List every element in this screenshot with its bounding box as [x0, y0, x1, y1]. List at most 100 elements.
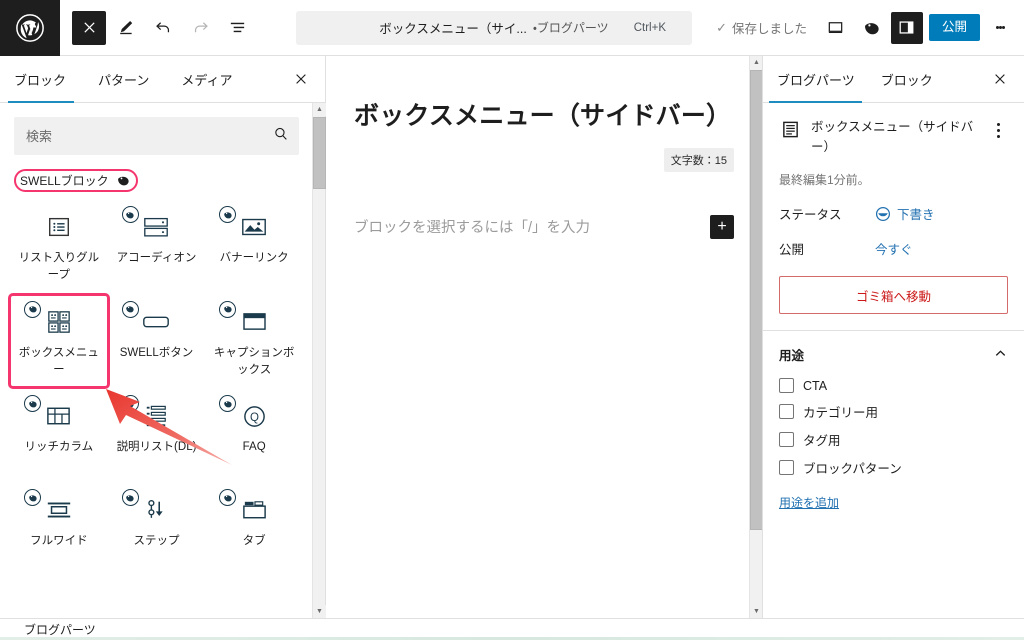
rich-column-icon	[45, 401, 72, 431]
block-item-label: FAQ	[242, 441, 266, 453]
editor-scrollbar[interactable]: ▲ ▼	[749, 56, 762, 618]
block-item-accordion[interactable]: アコーディオン	[108, 200, 206, 293]
usage-panel: 用途 CTA カテゴリー用 タグ用 ブロックパターン 用途を追加	[763, 331, 1024, 528]
tab-patterns[interactable]: パターン	[82, 56, 165, 102]
document-row[interactable]: ボックスメニュー（サイドバー）	[779, 117, 1008, 157]
block-item-swell-button[interactable]: SWELLボタン	[108, 295, 206, 388]
scroll-down-arrow-icon[interactable]: ▼	[750, 605, 762, 618]
category-swell-blocks[interactable]: SWELLブロック	[14, 169, 138, 192]
banner-link-icon	[240, 212, 268, 242]
checkbox-label: カテゴリー用	[803, 406, 879, 420]
close-sidebar-button[interactable]	[986, 65, 1014, 93]
block-item-box-menu[interactable]: ボックスメニュー	[8, 292, 110, 389]
search-input[interactable]	[26, 128, 273, 144]
checkbox-row-tag[interactable]: タグ用	[779, 430, 1008, 449]
settings-sidebar-toggle[interactable]	[890, 11, 923, 44]
accordion-icon	[142, 212, 170, 242]
block-item-caption-box[interactable]: キャプションボックス	[205, 295, 303, 388]
block-item-description-list[interactable]: 説明リスト(DL)	[108, 389, 206, 481]
inserter-body: SWELLブロック リスト入りグループ	[0, 103, 313, 618]
block-item-rich-column[interactable]: リッチカラム	[10, 389, 108, 481]
block-item-banner-link[interactable]: バナーリンク	[205, 200, 303, 293]
command-search-bar[interactable]: ボックスメニュー（サイ... ・ブログパーツ Ctrl+K	[296, 10, 692, 45]
usage-panel-title: 用途	[779, 349, 805, 363]
inserter-tabs: ブロック パターン メディア	[0, 56, 325, 103]
checkbox[interactable]	[779, 460, 794, 475]
list-group-icon	[46, 212, 72, 242]
block-item-label: バナーリンク	[219, 252, 289, 264]
block-placeholder-text[interactable]: ブロックを選択するには「/」を入力	[354, 216, 590, 237]
checkbox[interactable]	[779, 378, 794, 393]
block-item-list-group[interactable]: リスト入りグループ	[10, 200, 108, 293]
tab-media[interactable]: メディア	[165, 56, 248, 102]
tab-blocks[interactable]: ブロック	[0, 56, 82, 103]
usage-panel-header[interactable]: 用途	[779, 345, 1008, 364]
sidebar-toggle-icon	[900, 21, 914, 34]
status-value-button[interactable]: 下書き	[875, 204, 935, 223]
checkbox[interactable]	[779, 432, 794, 447]
tab-icon	[241, 495, 268, 525]
undo-button[interactable]	[146, 11, 180, 45]
description-list-icon	[144, 401, 168, 431]
checkbox-row-cta[interactable]: CTA	[779, 378, 1008, 393]
swell-badge-icon	[24, 300, 41, 318]
wordpress-logo-button[interactable]	[0, 0, 60, 56]
checkbox-row-category[interactable]: カテゴリー用	[779, 402, 1008, 421]
chevron-up-icon[interactable]	[993, 346, 1008, 364]
command-bar-shortcut: Ctrl+K	[633, 21, 666, 34]
move-to-trash-button[interactable]: ゴミ箱へ移動	[779, 276, 1008, 314]
scroll-up-arrow-icon[interactable]: ▲	[750, 56, 762, 69]
add-block-button[interactable]: +	[710, 214, 734, 239]
document-summary-panel: ボックスメニュー（サイドバー） 最終編集1分前。 ステータス 下書き 公開 今す…	[763, 103, 1024, 331]
sidebar-tabs: ブログパーツ ブロック	[763, 56, 1024, 103]
swell-badge-icon	[24, 489, 41, 506]
block-item-step[interactable]: ステップ	[108, 483, 206, 575]
tab-blog-parts[interactable]: ブログパーツ	[763, 56, 868, 103]
publish-row: 公開 今すぐ	[779, 239, 1008, 258]
status-label: ステータス	[779, 208, 842, 222]
inserter-scroll-thumb[interactable]	[313, 117, 326, 189]
undo-icon	[155, 22, 169, 33]
scroll-up-arrow-icon[interactable]: ▲	[313, 103, 326, 116]
step-icon	[144, 495, 168, 525]
publish-button[interactable]: 公開	[928, 14, 980, 41]
options-menu-button[interactable]	[986, 12, 1014, 44]
checkbox[interactable]	[779, 404, 794, 419]
usage-checkbox-list: CTA カテゴリー用 タグ用 ブロックパターン	[779, 378, 1008, 477]
block-item-full-wide[interactable]: フルワイド	[10, 483, 108, 575]
close-inserter-button[interactable]	[287, 65, 315, 93]
inserter-scrollbar[interactable]: ▲ ▼	[312, 103, 326, 618]
block-item-faq[interactable]: Q FAQ	[205, 389, 303, 481]
publish-value-button[interactable]: 今すぐ	[875, 239, 913, 258]
search-area	[0, 103, 313, 161]
redo-button[interactable]	[183, 11, 217, 45]
close-icon	[296, 74, 306, 84]
post-title[interactable]: ボックスメニュー（サイドバー）	[354, 100, 734, 133]
edit-mode-button[interactable]	[109, 11, 143, 45]
document-actions-button[interactable]	[988, 117, 1008, 139]
checkbox-label: タグ用	[803, 434, 841, 448]
kebab-dot	[996, 128, 1000, 132]
kebab-dot	[996, 122, 1000, 126]
settings-sidebar: ブログパーツ ブロック ボックスメニュー（サイドバー） 最終編集1分前。 ステー…	[762, 56, 1024, 618]
close-editor-button[interactable]	[72, 10, 106, 45]
swell-badge-icon	[219, 489, 237, 506]
editor-scroll-thumb[interactable]	[750, 70, 762, 530]
checkbox-row-block-pattern[interactable]: ブロックパターン	[779, 458, 1008, 477]
pencil-icon	[119, 21, 132, 35]
list-view-button[interactable]	[220, 11, 254, 45]
block-item-tab[interactable]: タブ	[205, 483, 303, 575]
box-menu-icon	[47, 307, 71, 337]
search-box[interactable]	[14, 117, 299, 155]
breadcrumb-item[interactable]: ブログパーツ	[24, 621, 96, 638]
kebab-dot	[1001, 26, 1005, 29]
block-grid: リスト入りグループ アコーディオン バナーリンク ボックスメニュー SWELLボ…	[0, 192, 313, 585]
tab-block[interactable]: ブロック	[868, 56, 946, 102]
scroll-down-arrow-icon[interactable]: ▼	[313, 605, 326, 618]
swell-badge-icon	[121, 300, 139, 318]
add-usage-link[interactable]: 用途を追加	[779, 494, 839, 511]
swell-settings-button[interactable]	[859, 15, 885, 41]
close-icon	[83, 22, 95, 33]
faq-icon: Q	[242, 401, 267, 431]
view-preview-button[interactable]	[819, 11, 853, 45]
